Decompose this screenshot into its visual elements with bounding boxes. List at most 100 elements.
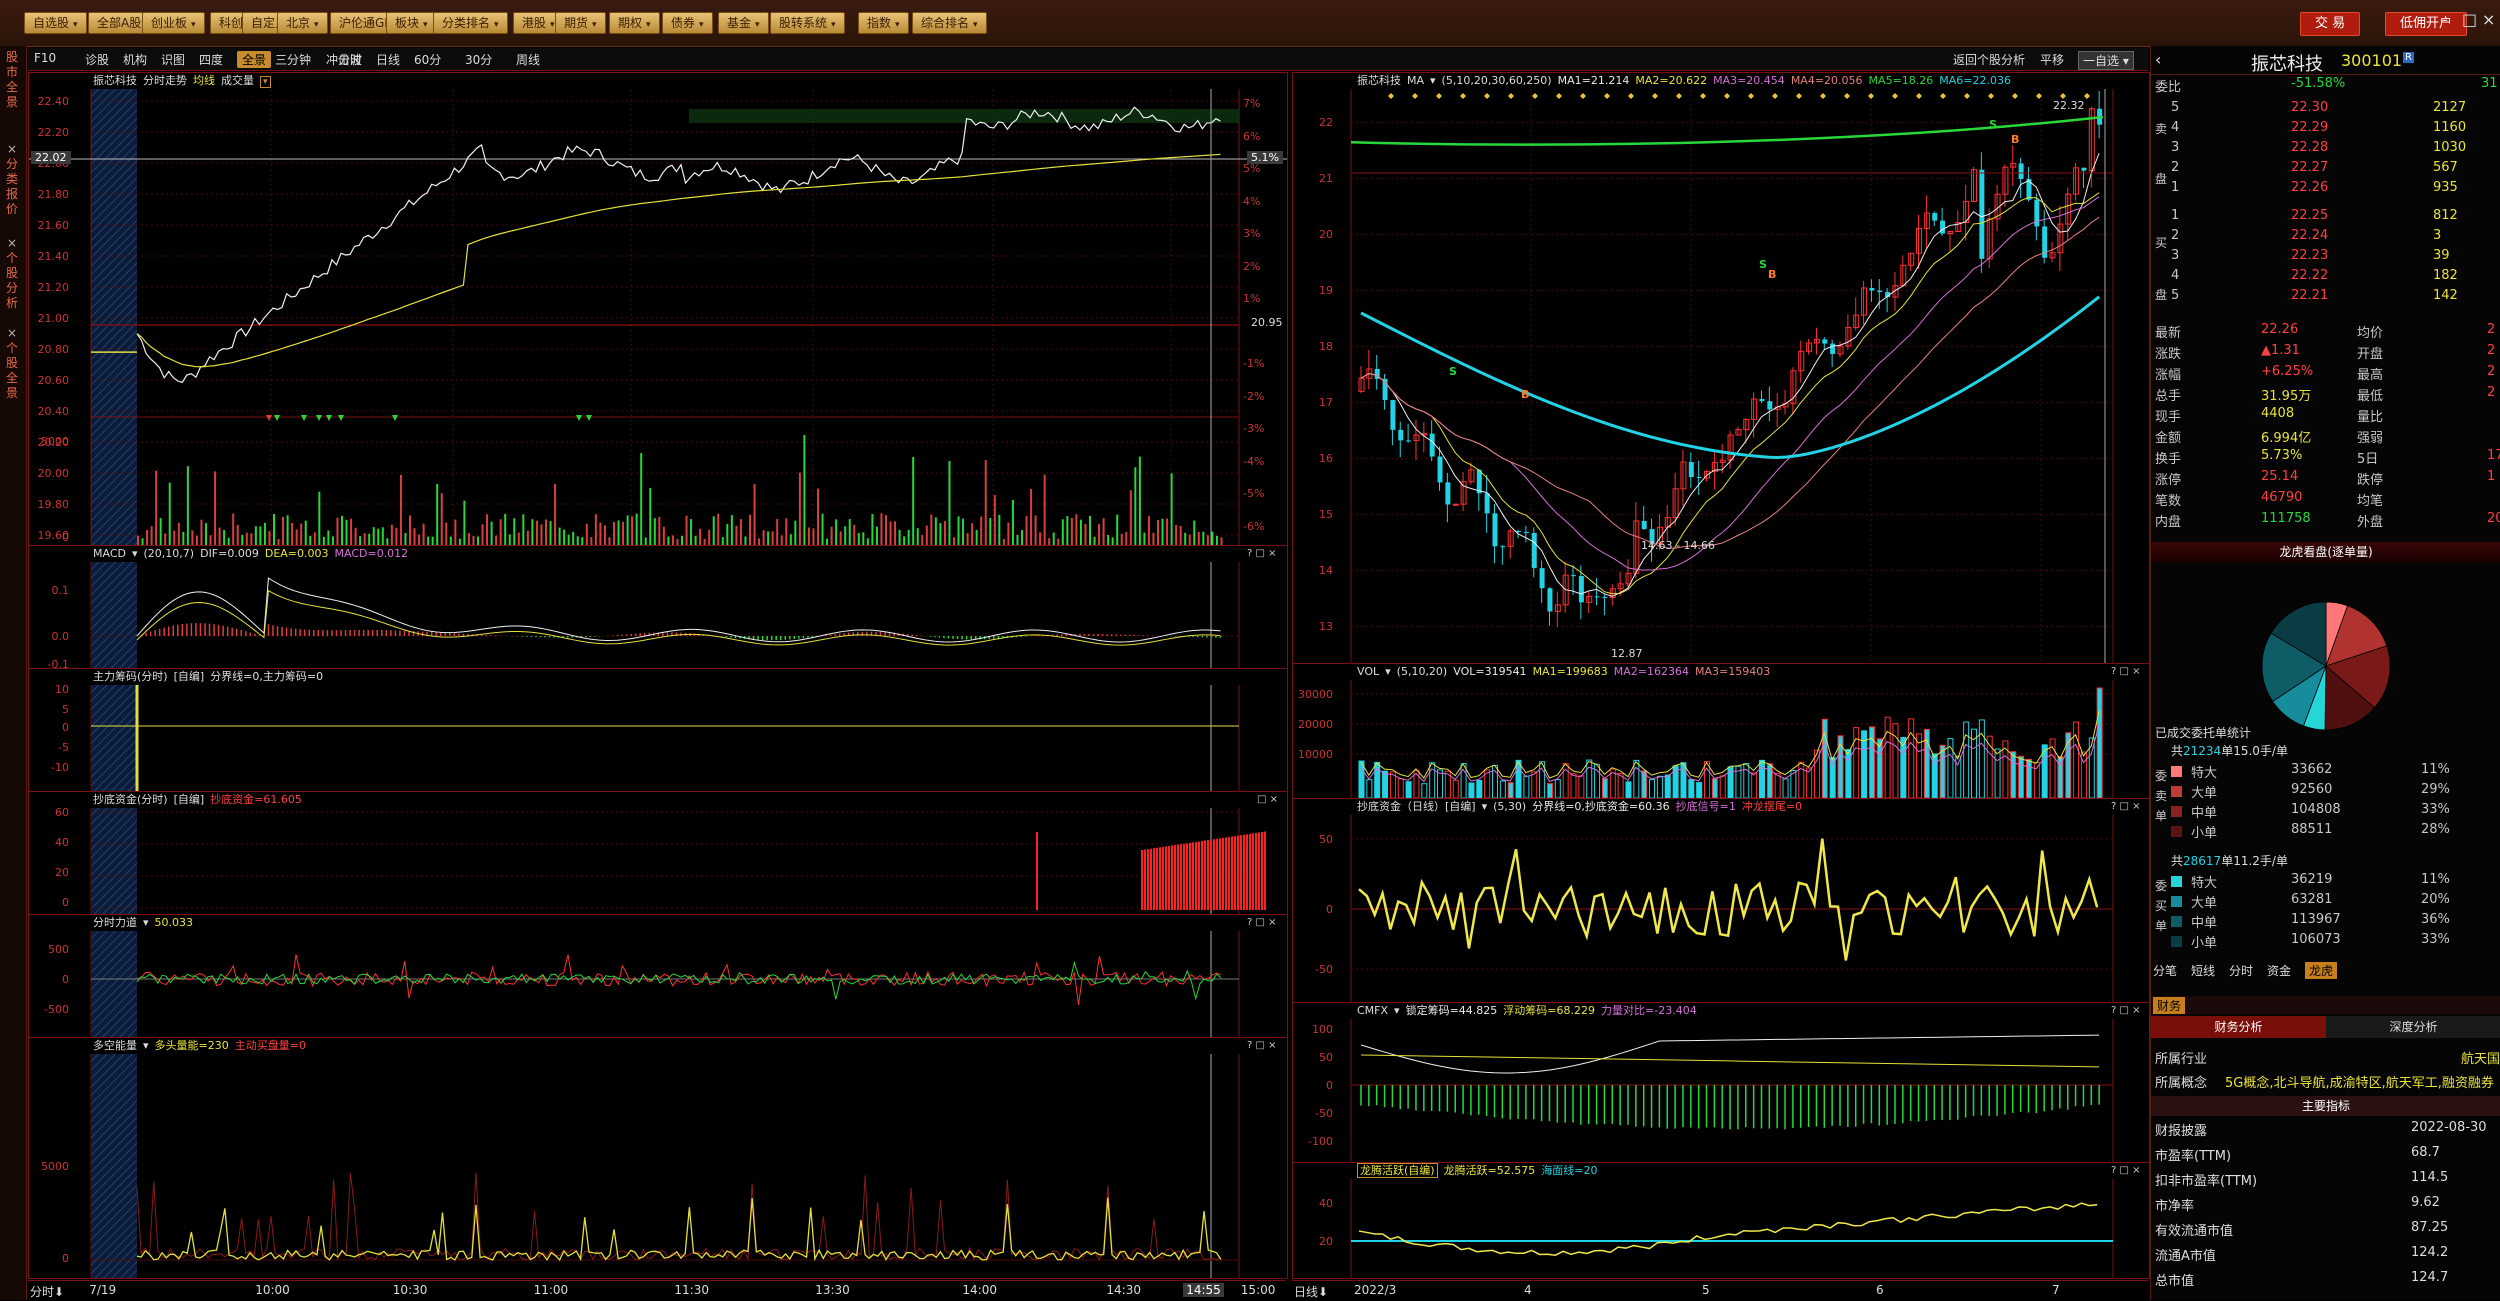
active-axis-label: 20 [1319,1235,1333,1248]
energy-axis-label: 0 [62,1252,69,1265]
topbar-button-15[interactable]: 指数 ▾ [858,12,909,34]
quote-tab-4[interactable]: 龙虎 [2305,962,2338,979]
ask-row: 2 22.27 567 [2171,160,2458,175]
force-axis-label: 500 [48,943,69,956]
chips-axis-label: 0 [62,721,69,734]
chips-axis-label: 10 [55,683,69,696]
daily-price-axis-label: 20 [1319,227,1333,241]
quote-tab-2[interactable]: 分时 [2229,962,2253,979]
intraday-force-panel: 分时力道 ▾ 50.033 ? □ × 500 0 -500 [28,914,1288,1038]
stat-row: 涨停 25.14 跌停 1 [2155,469,2496,488]
toolbar-item-3[interactable]: 识图 [161,51,185,68]
back-analysis-link[interactable]: 返回个股分析 [1953,51,2025,68]
trade-button[interactable]: 交 易 [2300,12,2361,36]
intraday-axis-mode[interactable]: 分时⬇ [30,1283,64,1300]
macd-axis-label: 0.1 [51,584,70,597]
time-tick: 10:00 [255,1283,290,1297]
stat-row: 最新 22.26 均价 2 [2155,322,2496,341]
svg-text:S: S [1989,118,1997,131]
price-axis-label: 19.80 [37,498,70,511]
daily-axis-mode[interactable]: 日线⬇ [1294,1283,1328,1300]
pct-axis-label: -1% [1243,357,1265,370]
buy-side-label: 买 [2155,236,2168,250]
order-swatch [2171,876,2182,887]
pie-header: 龙虎看盘(逐单量) [2151,542,2500,562]
toolbar-item-6[interactable]: 三分钟 [275,51,311,68]
ask-row: 4 22.29 1160 [2171,120,2467,135]
toolbar-item-4[interactable]: 四度 [199,51,223,68]
sell-side-label-bottom: 盘 [2155,172,2168,186]
period-tab-4[interactable]: 周线 [516,51,540,68]
topbar-button-8[interactable]: 分类排名 ▾ [433,12,508,34]
topbar-button-0[interactable]: 自选股 ▾ [24,12,87,34]
fin-row: 流通A市值 124.2 [2155,1245,2449,1264]
topbar-button-7[interactable]: 板块 ▾ [386,12,437,34]
secondary-toolbar: F10 诊股 机构 识图 四度 全景 三分钟 冲击波 分时 日线 60分 30分 周线 返回个股分析 … [28,48,2148,71]
current-price-tag: 22.02 [31,151,71,164]
order-row: 特大 33662 11% [2151,762,2500,782]
topbar-button-14[interactable]: 股转系统 ▾ [770,12,845,34]
sidebar-item-analysis[interactable]: × 个股分析 [2,236,22,311]
daily-bottom-fund-panel: 抄底资金（日线）[自编] ▾ (5,30) 分界线=0,抄底资金=60.36 抄底信号=… [1292,798,2150,1003]
open-account-button[interactable]: 低佣开户 [2385,12,2468,36]
order-row: 大单 92560 29% [2151,782,2500,802]
daily-vol-axis-label: 20000 [1298,718,1333,731]
toolbar-item-0[interactable]: F10 [34,51,56,65]
minimize-icon[interactable]: – [2440,10,2448,29]
active-axis-label: 40 [1319,1197,1333,1210]
toolbar-item-2[interactable]: 机构 [123,51,147,68]
time-tick: 14:55 [1183,1283,1224,1297]
pct-axis-label: 4% [1243,194,1261,208]
topbar-button-12[interactable]: 债券 ▾ [662,12,713,34]
order-row: 大单 63281 20% [2151,892,2500,912]
sidebar-item-panorama[interactable]: × 个股全景 [2,326,22,401]
period-tab-3[interactable]: 30分 [465,51,492,68]
stat-row: 笔数 46790 均笔 [2155,490,2384,509]
topbar-button-10[interactable]: 期货 ▾ [555,12,606,34]
toolbar-item-5[interactable]: 全景 [237,51,272,68]
ask-row: 1 22.26 935 [2171,180,2458,195]
chips-axis-label: -10 [51,761,69,774]
pan-link[interactable]: 平移 [2040,51,2064,68]
bottom-fund-axis-label: 20 [55,866,69,879]
pct-axis-label: 3% [1243,227,1261,240]
pct-axis-label: 1% [1243,292,1261,305]
buy-side-label-bottom: 盘 [2155,288,2168,302]
vol-axis-label: 0 [62,531,69,544]
topbar-button-2[interactable]: 创业板 ▾ [142,12,205,34]
period-tab-1[interactable]: 日线 [376,51,400,68]
quote-tab-0[interactable]: 分笔 [2153,962,2177,979]
bottom-fund-axis-label: 60 [55,806,69,819]
period-tab-2[interactable]: 60分 [414,51,441,68]
order-swatch [2171,936,2182,947]
sidebar-item-market[interactable]: 股市全景 [2,50,22,110]
bid-row: 2 22.24 3 [2171,228,2442,243]
sidebar-item-category[interactable]: × 分类报价 [2,142,22,217]
stat-row: 涨跌 ▲1.31 开盘 2 [2155,343,2496,362]
maximize-icon[interactable]: □ [2462,10,2477,29]
svg-text:B: B [1768,268,1776,281]
toolbar-item-1[interactable]: 诊股 [85,51,109,68]
quote-tab-3[interactable]: 资金 [2267,962,2291,979]
high-label: 22.32 [2053,99,2085,112]
stat-row: 换手5.73%5日17. [2155,448,2500,467]
topbar-button-16[interactable]: 综合排名 ▾ [912,12,987,34]
topbar-button-5[interactable]: 北京 ▾ [277,12,328,34]
close-icon[interactable]: × [2482,10,2495,29]
chips-axis-label: -5 [58,741,69,754]
stat-row: 现手 4408 量比 [2155,406,2384,425]
topbar-button-13[interactable]: 基金 ▾ [718,12,769,34]
tab-fin-analysis[interactable]: 财务分析 [2151,1016,2326,1038]
intraday-chart-panel: 振芯科技分时走势均线成交量▾ 22.4022.2022.0021.8021.60… [28,72,1288,546]
tab-deep-analysis[interactable]: 深度分析 [2326,1016,2500,1038]
quote-tab-1[interactable]: 短线 [2191,962,2215,979]
topbar-button-11[interactable]: 期权 ▾ [609,12,660,34]
stat-row: 内盘111758外盘207 [2155,511,2500,530]
period-tab-0[interactable]: 分时 [338,51,362,68]
watchlist-select[interactable]: 一自选 ▾ [2078,51,2134,70]
tab-finance[interactable]: 财务 [2153,997,2186,1014]
fin-row: 有效流通市值 87.25 [2155,1220,2449,1239]
back-icon[interactable]: ‹ [2155,50,2161,69]
bid-row: 4 22.22 182 [2171,268,2458,283]
time-tick: 11:30 [674,1283,709,1297]
